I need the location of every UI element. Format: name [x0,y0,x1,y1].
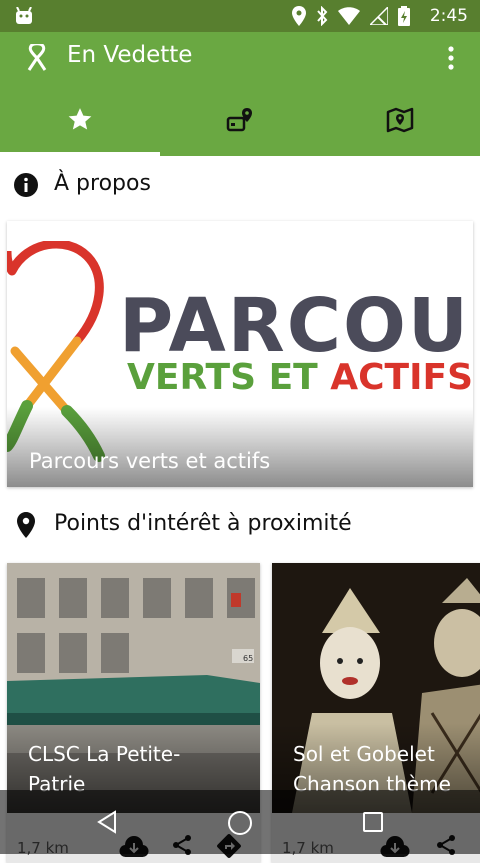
app-title: En Vedette [67,42,193,68]
nearby-heading: Points d'intérêt à proximité [54,511,352,536]
route-icon [226,108,252,132]
app-bar: En Vedette [0,32,480,156]
no-signal-icon [370,7,388,25]
info-icon [14,173,38,197]
more-options-icon[interactable] [448,46,454,70]
tab-map[interactable] [320,96,480,144]
status-bar: 2:45 [0,0,480,32]
wifi-icon [338,7,360,25]
back-icon[interactable] [95,810,119,834]
android-notification-icon [16,7,32,24]
about-card[interactable]: PARCOURS VERTS ET ACTIFS Parcours verts … [7,221,473,487]
map-icon [386,107,414,133]
poi-sign-text: 65 [243,654,254,663]
bluetooth-icon [317,6,328,26]
logo-subtitle-red: ACTIFS [330,357,473,398]
status-time: 2:45 [429,6,468,26]
home-icon[interactable] [227,810,253,836]
ribbon-logo-icon [27,44,47,71]
about-heading: À propos [54,171,151,196]
selected-tab-indicator [0,152,160,156]
about-card-caption: Parcours verts et actifs [29,449,271,473]
status-icons [292,6,410,26]
battery-charging-icon [398,6,410,26]
system-navigation-bar [0,790,480,854]
star-icon [68,108,92,130]
location-icon [292,6,306,26]
tab-featured[interactable] [0,96,160,144]
logo-subtitle: VERTS ET ACTIFS [127,357,473,398]
place-pin-icon [17,512,35,538]
tab-routes[interactable] [160,96,320,144]
logo-subtitle-green: VERTS ET [127,357,331,398]
recents-icon[interactable] [362,811,384,833]
